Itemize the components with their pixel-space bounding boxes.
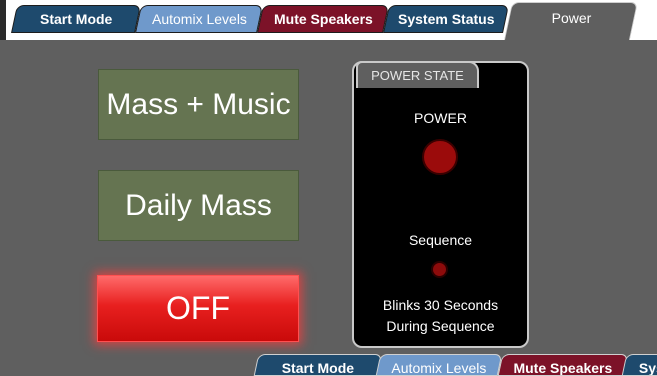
bottom-tab-system-status-label: Sys xyxy=(638,360,657,376)
tab-start-mode-label: Start Mode xyxy=(39,11,113,27)
bottom-tab-automix-levels[interactable]: Automix Levels xyxy=(375,354,503,376)
power-state-title: POWER STATE xyxy=(356,61,479,88)
tab-system-status-label: System Status xyxy=(397,11,495,27)
mass-music-button-label: Mass + Music xyxy=(106,87,291,121)
tab-power[interactable]: Power xyxy=(503,2,639,40)
off-button-label: OFF xyxy=(166,290,230,326)
sequence-indicator-led xyxy=(431,261,448,278)
tab-automix-levels-label: Automix Levels xyxy=(151,11,247,27)
daily-mass-button-label: Daily Mass xyxy=(125,188,272,222)
sequence-label: Sequence xyxy=(408,232,473,248)
tab-mute-speakers-label: Mute Speakers xyxy=(273,11,373,27)
power-indicator-led xyxy=(422,139,458,175)
power-state-title-label: POWER STATE xyxy=(371,68,464,83)
bottom-tab-start-mode-label: Start Mode xyxy=(281,360,355,376)
off-button[interactable]: OFF xyxy=(97,275,299,342)
daily-mass-button[interactable]: Daily Mass xyxy=(98,170,299,241)
sequence-note-line2: During Sequence xyxy=(386,318,495,334)
sequence-note-line1: Blinks 30 Seconds xyxy=(382,297,499,313)
tab-automix-levels[interactable]: Automix Levels xyxy=(135,5,263,33)
tab-mute-speakers[interactable]: Mute Speakers xyxy=(257,5,389,33)
tab-power-label: Power xyxy=(551,9,592,26)
bottom-tab-mute-speakers[interactable]: Mute Speakers xyxy=(497,354,629,376)
tab-bar-edge xyxy=(0,0,6,40)
bottom-tab-mute-speakers-label: Mute Speakers xyxy=(513,360,613,376)
power-label: POWER xyxy=(414,110,467,126)
mass-music-button[interactable]: Mass + Music xyxy=(98,69,299,140)
tab-system-status[interactable]: System Status xyxy=(383,5,509,33)
bottom-tab-start-mode[interactable]: Start Mode xyxy=(253,354,383,376)
bottom-tab-automix-levels-label: Automix Levels xyxy=(391,360,487,376)
tab-start-mode[interactable]: Start Mode xyxy=(11,5,141,33)
bottom-tab-system-status[interactable]: Sys xyxy=(621,354,657,376)
